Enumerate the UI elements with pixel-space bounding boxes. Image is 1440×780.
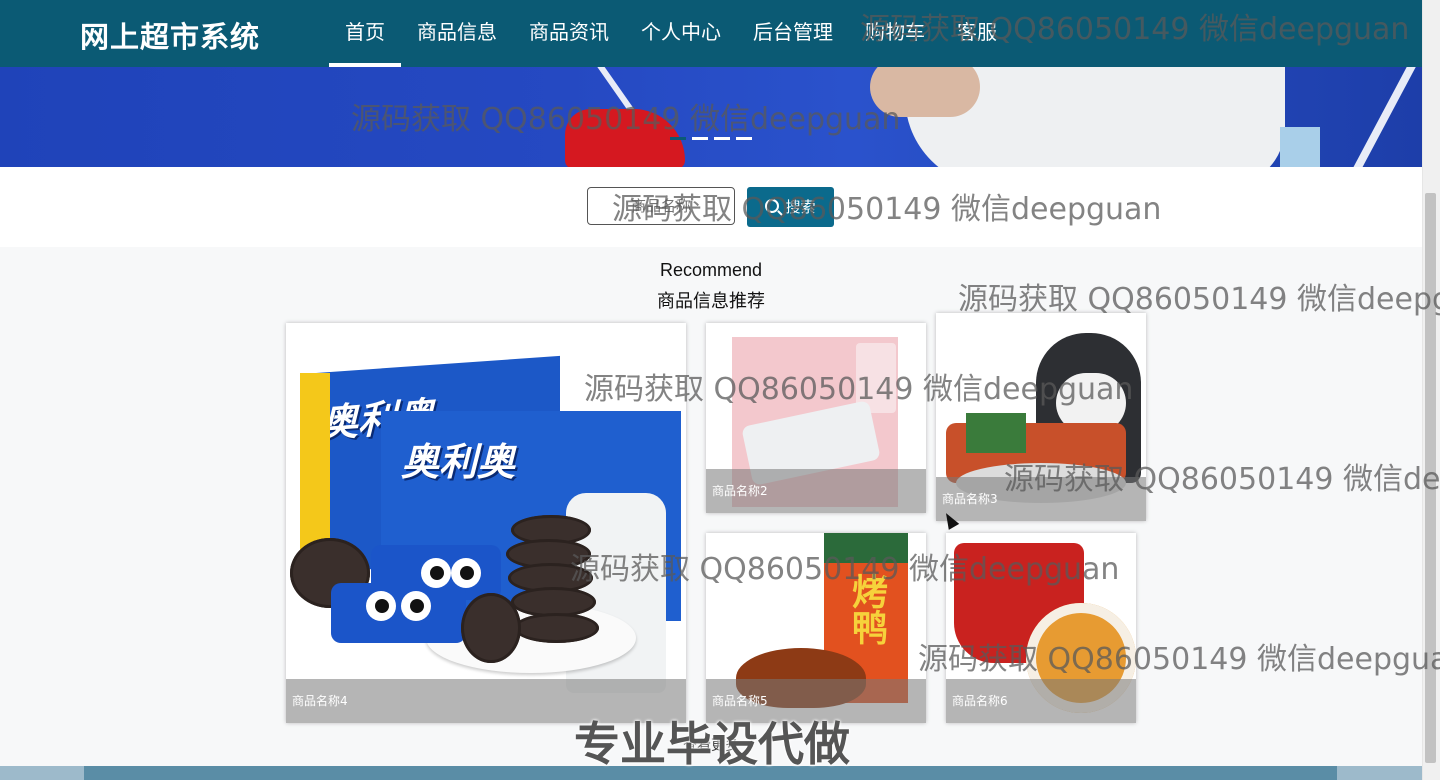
nav-cart[interactable]: 购物车 xyxy=(849,0,941,67)
product-card[interactable]: 奥利奥 奥利奥 商品名称4 xyxy=(286,323,686,723)
main-menu: 首页 商品信息 商品资讯 个人中心 后台管理 购物车 客服 xyxy=(329,0,1013,67)
search-area: 搜索 xyxy=(0,167,1422,247)
product-image xyxy=(461,593,521,663)
footer-bar xyxy=(0,766,84,780)
nav-admin[interactable]: 后台管理 xyxy=(737,0,849,67)
product-name: 商品名称3 xyxy=(936,477,1146,521)
banner-decor xyxy=(1280,127,1320,167)
product-name: 商品名称5 xyxy=(706,679,926,723)
nav-customer-service[interactable]: 客服 xyxy=(941,0,1013,67)
scrollbar-thumb[interactable] xyxy=(1425,193,1436,763)
top-nav: 网上超市系统 首页 商品信息 商品资讯 个人中心 后台管理 购物车 客服 xyxy=(0,0,1422,67)
product-name: 商品名称6 xyxy=(946,679,1136,723)
nav-home[interactable]: 首页 xyxy=(329,0,401,67)
nav-product-news[interactable]: 商品资讯 xyxy=(513,0,625,67)
product-image xyxy=(421,558,451,588)
banner-image-shoe xyxy=(565,109,685,167)
banner-image-arm xyxy=(870,67,980,117)
product-image xyxy=(966,413,1026,453)
product-name: 商品名称2 xyxy=(706,469,926,513)
product-card[interactable]: 烤鸭 商品名称5 xyxy=(706,533,926,723)
product-image xyxy=(824,533,908,563)
footer-bar xyxy=(84,766,1337,780)
product-image xyxy=(401,591,431,621)
view-more-link[interactable]: 查看更多 xyxy=(0,735,1422,755)
product-image xyxy=(451,558,481,588)
product-image xyxy=(366,591,396,621)
carousel-indicators xyxy=(670,137,752,140)
section-title-cn: 商品信息推荐 xyxy=(657,291,765,312)
section-title-en: Recommend xyxy=(659,260,763,280)
product-image-text: 奥利奥 xyxy=(401,440,516,484)
search-icon xyxy=(765,199,780,213)
banner-carousel[interactable] xyxy=(0,67,1422,167)
product-card[interactable]: 商品名称2 xyxy=(706,323,926,513)
nav-personal-center[interactable]: 个人中心 xyxy=(625,0,737,67)
carousel-dot[interactable] xyxy=(714,137,730,140)
product-image xyxy=(514,613,599,643)
product-name: 商品名称4 xyxy=(286,679,686,723)
search-input[interactable] xyxy=(587,187,735,225)
product-card[interactable]: 商品名称6 xyxy=(946,533,1136,723)
search-button-label: 搜索 xyxy=(785,198,816,216)
search-button[interactable]: 搜索 xyxy=(747,187,834,227)
carousel-dot[interactable] xyxy=(736,137,752,140)
banner-decor xyxy=(1323,67,1422,167)
carousel-dot[interactable] xyxy=(670,137,686,140)
product-image-text: 烤鸭 xyxy=(846,573,887,645)
product-image xyxy=(331,583,466,643)
site-logo[interactable]: 网上超市系统 xyxy=(80,14,260,56)
product-image xyxy=(300,373,330,553)
footer-bar xyxy=(1337,766,1422,780)
product-card[interactable]: 商品名称3 xyxy=(936,313,1146,521)
nav-product-info[interactable]: 商品信息 xyxy=(401,0,513,67)
carousel-dot[interactable] xyxy=(692,137,708,140)
